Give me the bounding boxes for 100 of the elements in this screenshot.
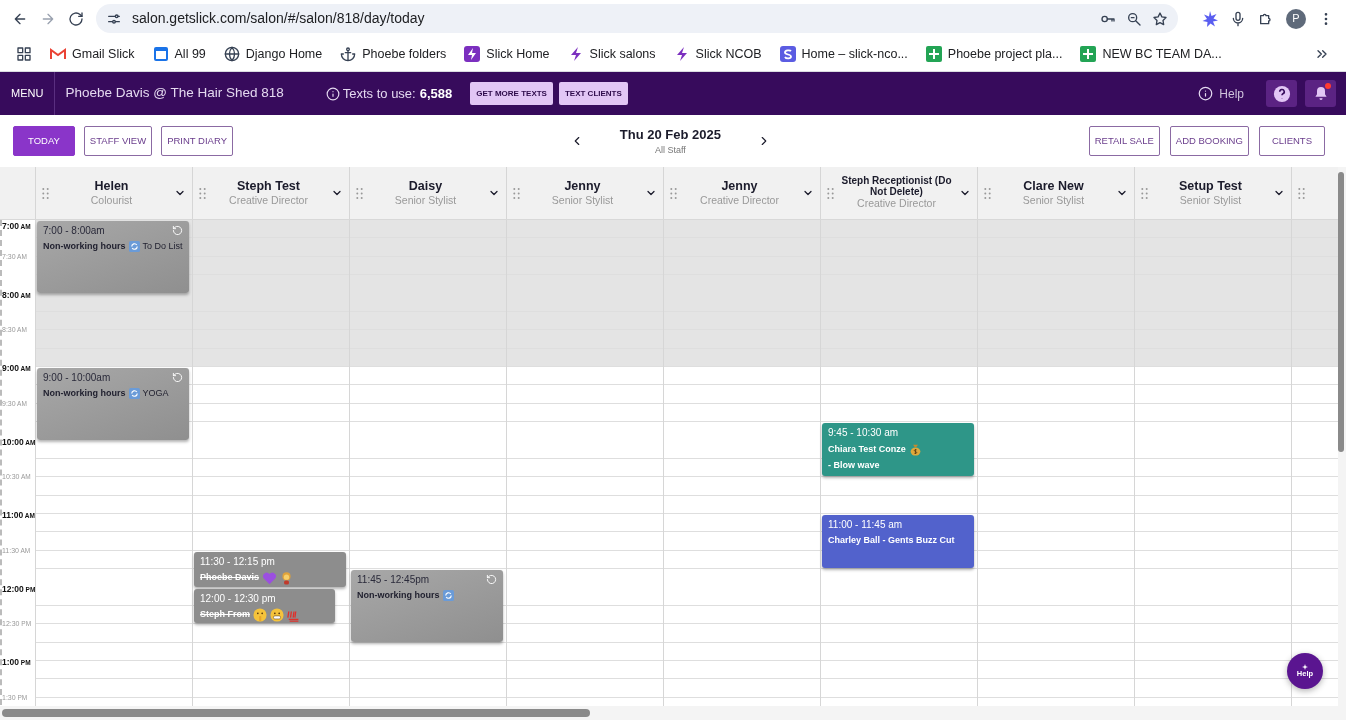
drag-handle-icon[interactable]	[1298, 187, 1305, 199]
staff-role: Senior Stylist	[394, 194, 457, 208]
bookmark-link[interactable]: Phoebe folders	[362, 44, 447, 64]
recurring-icon	[486, 574, 497, 586]
drag-handle-icon[interactable]	[356, 187, 363, 199]
url-text: salon.getslick.com/salon/#/salon/818/day/today	[132, 9, 426, 28]
profile-avatar[interactable]: P	[1286, 8, 1306, 29]
help-link[interactable]: Help	[1219, 84, 1244, 103]
face-icon	[270, 607, 284, 622]
appointment-card[interactable]: 11:00 - 11:45 am Charley Ball - Gents Buzz Cut	[822, 515, 974, 569]
sparkle-icon	[1302, 664, 1308, 671]
staff-role: Creative Director	[700, 194, 779, 208]
view-tab[interactable]: TODAY	[13, 126, 75, 156]
appointment-client: Charley Ball - Gents Buzz Cut	[828, 534, 955, 547]
staff-role: Creative Director	[857, 197, 936, 211]
address-bar[interactable]: salon.getslick.com/salon/#/salon/818/day/today	[96, 4, 1178, 33]
drag-handle-icon[interactable]	[513, 187, 520, 199]
texts-count: 6,588	[419, 84, 453, 103]
blocked-time-label: Non-working hours	[43, 387, 126, 400]
staff-role: Senior Stylist	[551, 194, 614, 208]
appointment-time: 9:00 - 10:00am	[43, 371, 111, 385]
mail-icon	[50, 48, 66, 60]
action-button[interactable]: CLIENTS	[1258, 126, 1325, 156]
money-bag-icon	[908, 442, 922, 458]
texts-label: Texts to use:	[342, 84, 416, 103]
horizontal-scrollbar[interactable]	[0, 706, 1338, 720]
action-button[interactable]: ADD BOOKING	[1169, 126, 1249, 156]
staff-name: Steph Receptionist (Do Not Delete)	[840, 175, 953, 198]
blocked-time-label: Non-working hours	[357, 589, 440, 603]
view-tab[interactable]: PRINT DIARY	[161, 126, 233, 156]
bookmark-link[interactable]: Slick salons	[589, 44, 656, 64]
microphone-icon[interactable]	[1230, 10, 1246, 27]
drag-handle-icon[interactable]	[984, 187, 991, 199]
appointment-client: Chiara Test Conze	[828, 443, 906, 457]
appointment-card[interactable]: 9:45 - 10:30 am Chiara Test Conze - Blow wave	[822, 423, 974, 477]
apps-grid-icon[interactable]	[16, 46, 32, 62]
blocked-time-label: YOGA	[142, 387, 169, 400]
question-button[interactable]	[1266, 80, 1297, 107]
bookmark-link[interactable]: NEW BC TEAM DA...	[1102, 44, 1222, 64]
vertical-scrollbar[interactable]	[1338, 167, 1346, 720]
extension-icon[interactable]	[1202, 10, 1218, 27]
action-button[interactable]: RETAIL SALE	[1088, 126, 1160, 156]
appointment-client: Steph From	[200, 608, 250, 621]
bookmark-link[interactable]: Phoebe project pla...	[947, 44, 1063, 64]
info-icon	[1198, 86, 1214, 101]
staff-name: Helen	[94, 178, 129, 195]
info-icon	[325, 86, 340, 101]
repeat-icon	[442, 590, 454, 602]
blocked-time-card[interactable]: 9:00 - 10:00am Non-working hours YOGA	[37, 368, 189, 440]
person-icon	[280, 570, 294, 585]
star-icon[interactable]	[1152, 10, 1168, 27]
repeat-icon	[128, 388, 140, 399]
recurring-icon	[172, 225, 183, 236]
s-logo-icon	[779, 46, 796, 62]
staff-role: Senior Stylist	[1179, 194, 1242, 208]
staff-name: Clare New	[1023, 178, 1084, 195]
reload-icon[interactable]	[68, 10, 84, 27]
blocked-time-card[interactable]: 11:45 - 12:45pm Non-working hours	[351, 570, 503, 642]
notifications-button[interactable]	[1305, 80, 1336, 107]
staff-name: Jenny	[721, 178, 758, 195]
staff-filter: All Staff	[654, 144, 686, 157]
anchor-icon	[340, 46, 357, 62]
drag-handle-icon[interactable]	[199, 187, 206, 199]
header-button[interactable]: GET MORE TEXTS	[470, 82, 553, 105]
bookmark-link[interactable]: All 99	[174, 44, 206, 64]
appointment-client: - Blow wave	[828, 459, 880, 473]
repeat-icon	[128, 241, 140, 252]
zoom-icon[interactable]	[1126, 10, 1142, 27]
bolt-icon	[464, 46, 481, 62]
calendar-icon	[152, 46, 169, 62]
appointment-time: 9:45 - 10:30 am	[828, 426, 899, 441]
appointment-time: 11:00 - 11:45 am	[828, 518, 903, 532]
bookmark-link[interactable]: Slick NCOB	[695, 44, 762, 64]
staff-role: Senior Stylist	[1022, 194, 1085, 208]
drag-handle-icon[interactable]	[670, 187, 677, 199]
bookmark-link[interactable]: Django Home	[245, 44, 323, 64]
staff-role: Creative Director	[229, 194, 308, 208]
salon-name: Phoebe Davis @ The Hair Shed 818	[65, 84, 284, 103]
header-button[interactable]: TEXT CLIENTS	[558, 82, 628, 105]
staff-name: Setup Test	[1179, 178, 1242, 195]
blocked-time-card[interactable]: 7:00 - 8:00am Non-working hours To Do List	[37, 221, 189, 293]
staff-name: Steph Test	[237, 178, 300, 195]
bookmark-link[interactable]: Gmail Slick	[72, 44, 135, 64]
drag-handle-icon[interactable]	[1141, 187, 1148, 199]
appointment-time: 11:30 - 12:15 pm	[200, 554, 275, 569]
view-tab[interactable]: STAFF VIEW	[83, 126, 153, 156]
appointment-time: 12:00 - 12:30 pm	[200, 591, 276, 606]
drag-handle-icon[interactable]	[42, 187, 49, 199]
sheet-icon	[925, 46, 942, 62]
face-icon	[253, 607, 267, 622]
appointment-time: 7:00 - 8:00am	[43, 224, 105, 238]
globe-icon	[223, 46, 240, 62]
sheet-icon	[1080, 46, 1097, 62]
heart-icon	[262, 570, 278, 585]
blocked-time-label: To Do List	[142, 240, 183, 253]
staff-name: Daisy	[408, 178, 443, 195]
bookmark-link[interactable]: Home – slick-nco...	[801, 44, 908, 64]
bookmark-link[interactable]: Slick Home	[486, 44, 550, 64]
appointment-client: Phoebe Davis	[200, 571, 260, 585]
drag-handle-icon[interactable]	[827, 187, 834, 199]
